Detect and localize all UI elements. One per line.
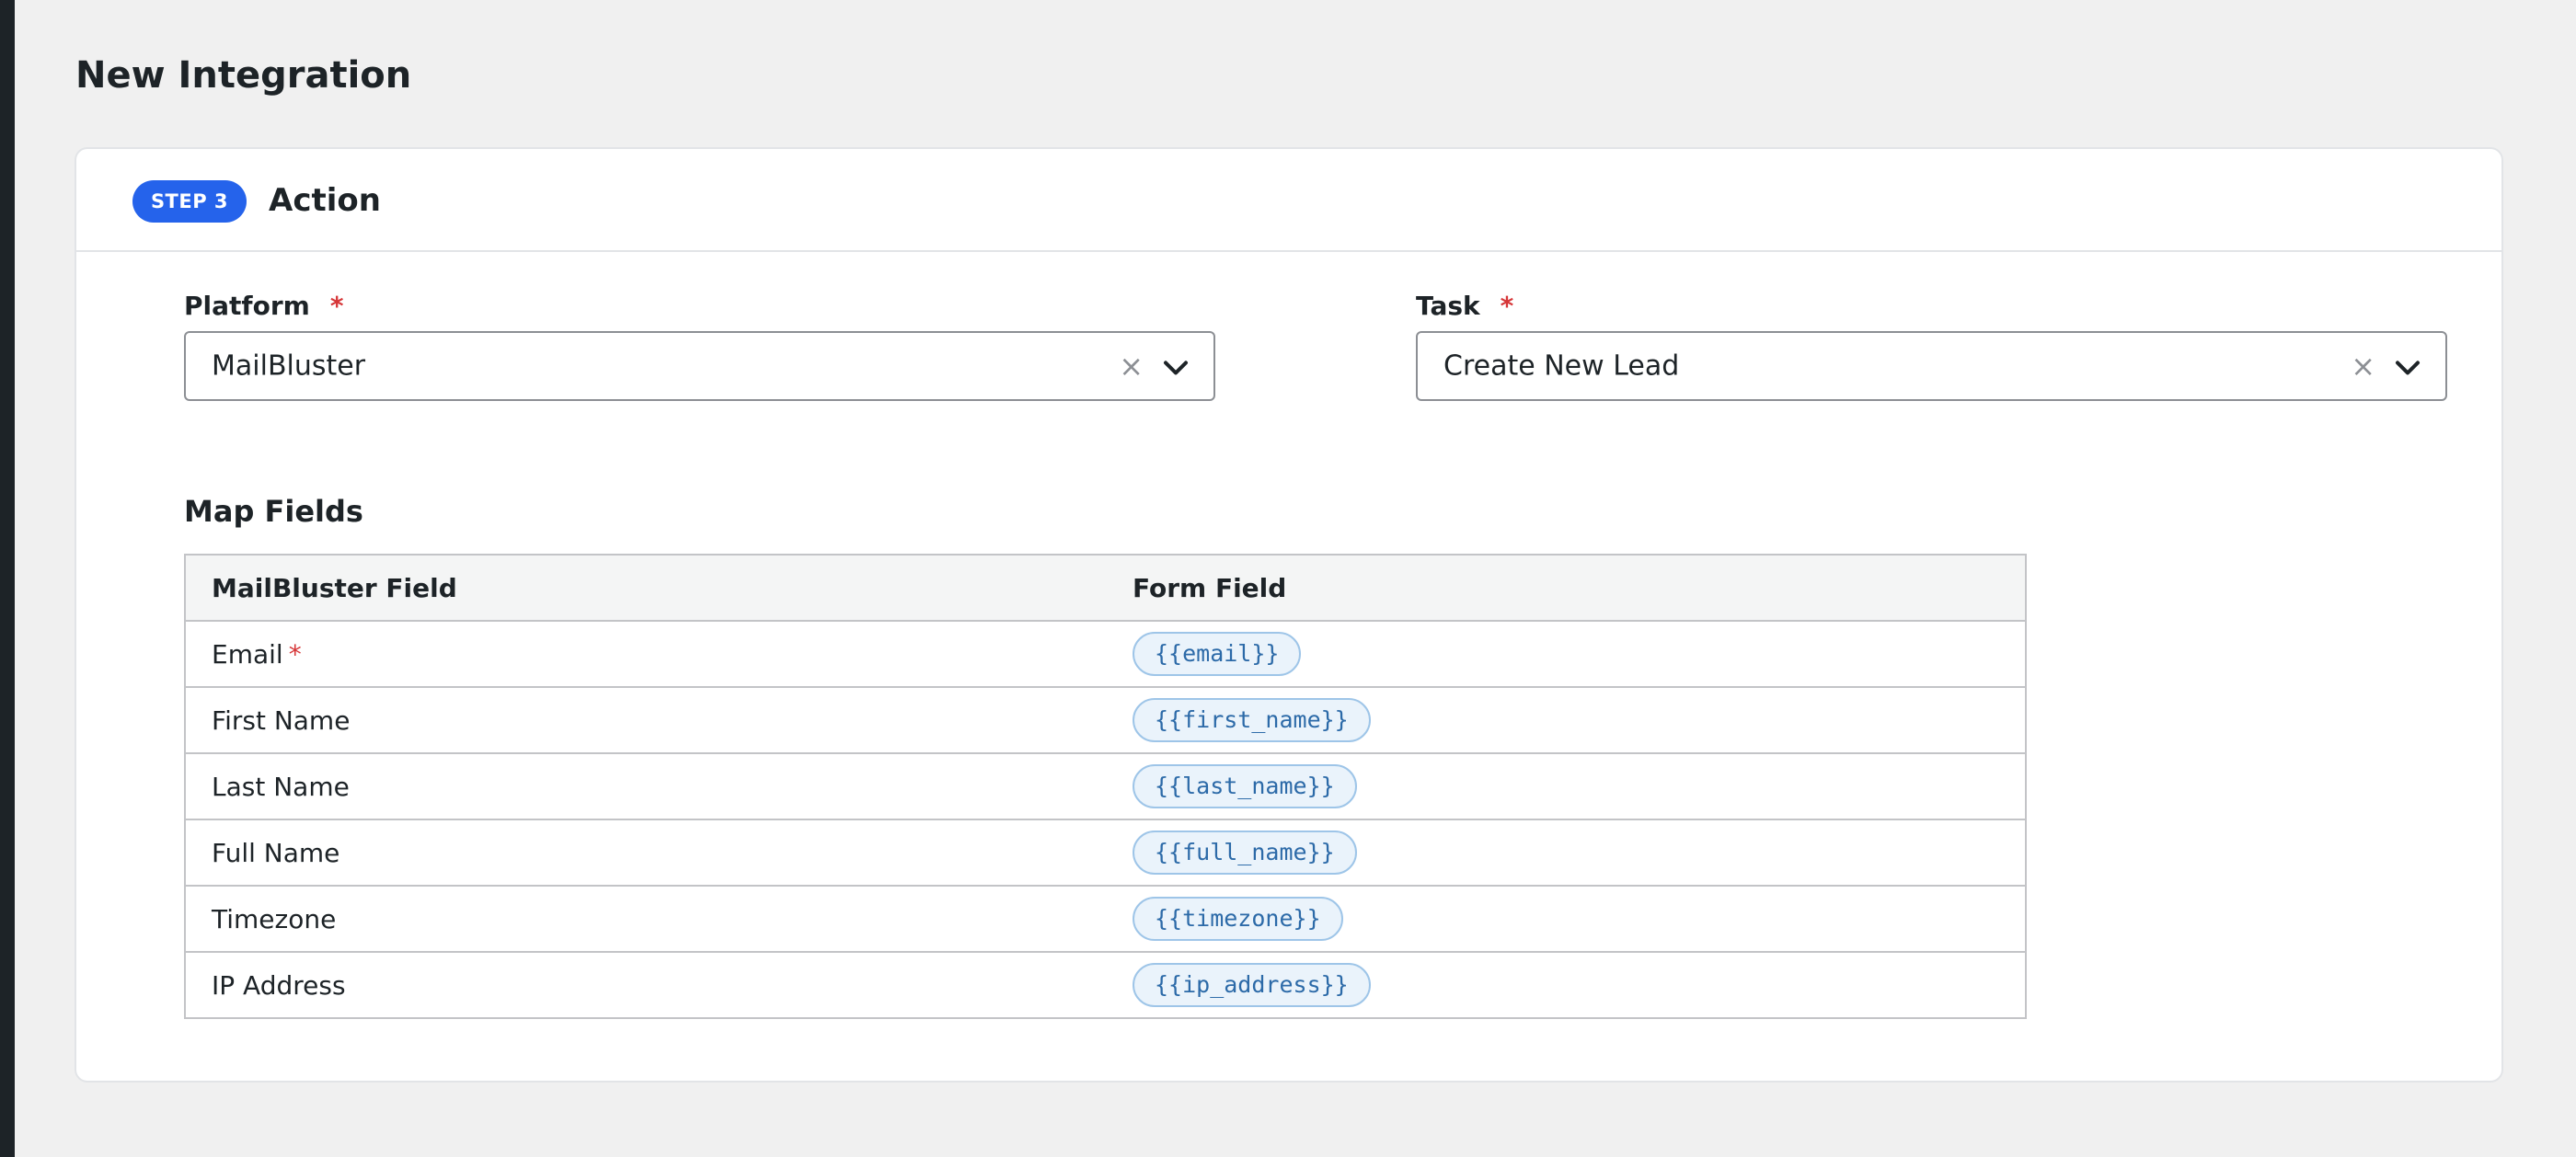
- table-row: Full Name {{full_name}}: [185, 819, 2026, 887]
- task-label: Task: [1416, 291, 1480, 321]
- task-select[interactable]: Create New Lead ×: [1416, 331, 2447, 401]
- close-icon[interactable]: ×: [1119, 351, 1144, 381]
- field-name: IP Address: [212, 969, 346, 1001]
- step-title: Action: [269, 182, 381, 219]
- field-name: Full Name: [212, 837, 340, 868]
- task-select-value: Create New Lead: [1443, 349, 1680, 383]
- platform-required-mark: *: [329, 291, 344, 321]
- field-token[interactable]: {{ip_address}}: [1133, 963, 1371, 1007]
- field-name: Email: [212, 638, 283, 670]
- left-edge-bar: [0, 0, 15, 1157]
- page-title: New Integration: [75, 54, 412, 97]
- field-token[interactable]: {{last_name}}: [1133, 764, 1357, 808]
- chevron-down-icon[interactable]: [2394, 359, 2421, 377]
- table-row: Email * {{email}}: [185, 621, 2026, 688]
- field-name: Last Name: [212, 771, 350, 802]
- form-field-cell: {{last_name}}: [1107, 753, 2026, 820]
- field-token[interactable]: {{full_name}}: [1133, 831, 1357, 875]
- chevron-down-icon[interactable]: [1162, 359, 1190, 377]
- form-field-cell: {{timezone}}: [1107, 886, 2026, 953]
- table-row: Timezone {{timezone}}: [185, 886, 2026, 953]
- platform-label-group: Platform *: [184, 293, 343, 319]
- column-header-form-field: Form Field: [1107, 555, 2026, 622]
- integration-card: STEP 3 Action Platform * MailBluster × Ta…: [75, 147, 2503, 1083]
- field-name-cell: Email *: [185, 621, 1107, 688]
- map-fields-title: Map Fields: [184, 494, 363, 529]
- card-header: STEP 3 Action: [76, 149, 2501, 252]
- table-row: First Name {{first_name}}: [185, 687, 2026, 754]
- platform-label: Platform: [184, 291, 310, 321]
- field-name-cell: IP Address: [185, 952, 1107, 1019]
- field-name-cell: Full Name: [185, 819, 1107, 887]
- form-field-cell: {{full_name}}: [1107, 819, 2026, 887]
- table-header-row: MailBluster Field Form Field: [185, 555, 2026, 622]
- field-token[interactable]: {{timezone}}: [1133, 897, 1343, 941]
- form-field-cell: {{first_name}}: [1107, 687, 2026, 754]
- form-field-cell: {{email}}: [1107, 621, 2026, 688]
- required-mark: *: [288, 638, 302, 670]
- field-token[interactable]: {{email}}: [1133, 632, 1302, 676]
- table-row: IP Address {{ip_address}}: [185, 952, 2026, 1019]
- field-name-cell: Timezone: [185, 886, 1107, 953]
- field-name: Timezone: [212, 903, 337, 934]
- close-icon[interactable]: ×: [2351, 351, 2375, 381]
- platform-select-value: MailBluster: [212, 349, 366, 383]
- field-token[interactable]: {{first_name}}: [1133, 698, 1371, 742]
- field-name-cell: First Name: [185, 687, 1107, 754]
- field-name-cell: Last Name: [185, 753, 1107, 820]
- column-header-service-field: MailBluster Field: [185, 555, 1107, 622]
- task-required-mark: *: [1500, 291, 1514, 321]
- step-badge: STEP 3: [132, 180, 247, 223]
- map-fields-table: MailBluster Field Form Field Email * {{em…: [184, 554, 2027, 1019]
- table-row: Last Name {{last_name}}: [185, 753, 2026, 820]
- field-name: First Name: [212, 705, 351, 736]
- task-label-group: Task *: [1416, 293, 1513, 319]
- platform-select[interactable]: MailBluster ×: [184, 331, 1215, 401]
- form-field-cell: {{ip_address}}: [1107, 952, 2026, 1019]
